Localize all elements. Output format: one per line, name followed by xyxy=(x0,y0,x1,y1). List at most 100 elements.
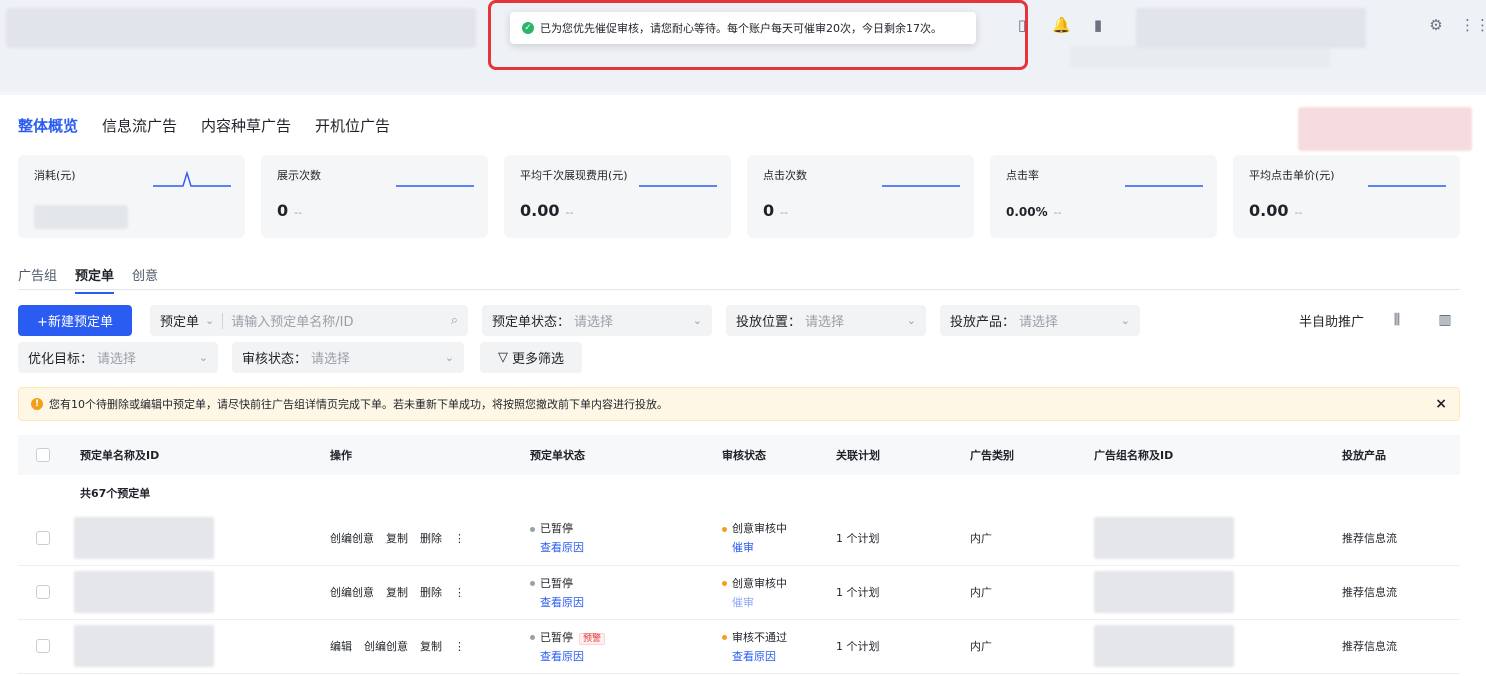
bell-icon[interactable]: 🔔 xyxy=(1052,16,1071,34)
column-header: 预定单状态 xyxy=(530,435,722,475)
semi-auto-promotion-link[interactable]: 半自助推广 xyxy=(1299,311,1364,330)
more-icon[interactable]: ⋮ xyxy=(454,532,465,545)
linked-plan[interactable]: 1 个计划 xyxy=(836,511,970,566)
view-reason-link[interactable]: 查看原因 xyxy=(722,648,836,664)
blurred-banner xyxy=(1298,107,1472,151)
phone-icon[interactable]: ▮ xyxy=(1090,16,1106,34)
create-creative-link[interactable]: 创编创意 xyxy=(330,586,374,599)
metric-card-clicks[interactable]: 点击次数 0 -- xyxy=(747,155,974,238)
column-header: 投放产品 xyxy=(1342,435,1460,475)
blurred-value xyxy=(34,205,128,229)
select-all-checkbox[interactable] xyxy=(36,448,50,462)
status-dot xyxy=(722,526,727,532)
create-creative-link[interactable]: 创编创意 xyxy=(330,532,374,545)
view-reason-link[interactable]: 查看原因 xyxy=(530,539,722,555)
metric-card-cpc[interactable]: 平均点击单价(元) 0.00 -- xyxy=(1233,155,1460,238)
copy-link[interactable]: 复制 xyxy=(386,532,408,545)
more-icon[interactable]: ⋮ xyxy=(454,640,465,653)
table-row[interactable]: 创编创意 复制 删除 ⋮ 已暂停 查看原因 创意审核中 催审 1 个计划 内广 推荐信… xyxy=(18,511,1460,566)
blurred-order-name xyxy=(74,571,214,613)
row-actions: 创编创意 复制 删除 ⋮ xyxy=(330,511,530,566)
search-placeholder: 请输入预定单名称/ID xyxy=(231,315,354,330)
more-filters-button[interactable]: ▽ 更多筛选 xyxy=(480,342,582,373)
urge-review-link[interactable]: 催审 xyxy=(722,594,836,610)
field-label: 优化目标： xyxy=(28,352,94,367)
top-tabs: 整体概览 信息流广告 内容种草广告 开机位广告 xyxy=(18,115,390,136)
metric-value: 0 -- xyxy=(277,201,303,220)
filter-icon: ▽ xyxy=(497,350,508,365)
blurred-account-area xyxy=(1136,8,1366,48)
copy-link[interactable]: 复制 xyxy=(420,640,442,653)
layout-icon[interactable]: ▥ xyxy=(1430,305,1460,335)
settings-icon[interactable]: ⚙ xyxy=(1428,16,1444,34)
metric-card-cost[interactable]: 消耗(元) xyxy=(18,155,245,238)
sparkline-chart xyxy=(1125,185,1203,187)
review-status: 创意审核中 催审 xyxy=(722,520,836,555)
tab-content-ads[interactable]: 内容种草广告 xyxy=(201,115,291,136)
new-booking-order-button[interactable]: +新建预定单 xyxy=(18,305,132,336)
tab-feed-ads[interactable]: 信息流广告 xyxy=(102,115,177,136)
chevron-down-icon: ⌄ xyxy=(198,351,208,364)
column-header: 操作 xyxy=(330,435,530,475)
optimization-goal-select[interactable]: 优化目标： 请选择 ⌄ xyxy=(18,342,218,373)
view-reason-link[interactable]: 查看原因 xyxy=(530,648,722,664)
status-text: 已暂停 xyxy=(540,522,573,536)
ad-category: 内广 xyxy=(970,619,1094,674)
metric-value: 0 -- xyxy=(763,201,789,220)
chevron-down-icon: ⌄ xyxy=(906,314,916,327)
status-dot xyxy=(530,635,535,640)
tab-overview[interactable]: 整体概览 xyxy=(18,115,78,136)
more-icon[interactable]: ⋮ xyxy=(454,586,465,599)
row-checkbox[interactable] xyxy=(36,639,50,653)
total-count: 共67个预定单 xyxy=(80,487,151,500)
table-header: 预定单名称及ID 操作 预定单状态 审核状态 关联计划 广告类别 广告组名称及I… xyxy=(18,435,1460,475)
status-dot xyxy=(722,635,727,640)
search-type-select[interactable]: 预定单 xyxy=(160,311,199,330)
close-icon[interactable]: × xyxy=(1435,396,1447,412)
view-reason-link[interactable]: 查看原因 xyxy=(530,594,722,610)
field-label: 预定单状态： xyxy=(492,315,571,330)
row-checkbox[interactable] xyxy=(36,530,50,545)
apps-grid-icon[interactable]: ⋮⋮ xyxy=(1460,16,1486,34)
delete-link[interactable]: 删除 xyxy=(420,532,442,545)
count-row: 共67个预定单 xyxy=(18,475,1460,511)
success-toast: ✓ 已为您优先催促审核，请您耐心等待。每个账户每天可催审20次，今日剩余17次。 xyxy=(510,12,976,44)
column-settings-icon[interactable]: ⫼ xyxy=(1382,305,1412,335)
linked-plan[interactable]: 1 个计划 xyxy=(836,619,970,674)
tab-splash-ads[interactable]: 开机位广告 xyxy=(315,115,390,136)
product-select[interactable]: 投放产品： 请选择 ⌄ xyxy=(940,305,1140,336)
create-creative-link[interactable]: 创编创意 xyxy=(364,640,408,653)
delete-link[interactable]: 删除 xyxy=(420,586,442,599)
field-label: 审核状态： xyxy=(242,352,308,367)
sparkline-chart xyxy=(639,185,717,187)
header-checkbox-cell xyxy=(18,435,80,475)
chevron-down-icon: ⌄ xyxy=(444,351,454,364)
ad-category: 内广 xyxy=(970,511,1094,566)
row-checkbox[interactable] xyxy=(36,585,50,599)
linked-plan[interactable]: 1 个计划 xyxy=(836,565,970,620)
chevron-down-icon: ⌄ xyxy=(692,314,702,327)
search-icon[interactable]: ⌕ xyxy=(451,313,458,328)
status-text: 已暂停 xyxy=(540,576,573,590)
status-dot xyxy=(530,581,535,586)
metric-card-cpm[interactable]: 平均千次展现费用(元) 0.00 -- xyxy=(504,155,731,238)
sparkline-chart xyxy=(882,185,960,187)
ad-product: 推荐信息流 xyxy=(1342,565,1460,620)
placement-select[interactable]: 投放位置： 请选择 ⌄ xyxy=(726,305,926,336)
metric-card-ctr[interactable]: 点击率 0.00% -- xyxy=(990,155,1217,238)
table-row[interactable]: 编辑 创编创意 复制 ⋮ 已暂停 预警 查看原因 审核不通过 查看原因 1 个计划 内广… xyxy=(18,619,1460,674)
order-status: 已暂停 预警 查看原因 xyxy=(530,629,722,664)
table-row[interactable]: 创编创意 复制 删除 ⋮ 已暂停 查看原因 创意审核中 催审 1 个计划 内广 推荐信… xyxy=(18,565,1460,620)
review-status-select[interactable]: 审核状态： 请选择 ⌄ xyxy=(232,342,464,373)
search-input[interactable]: 预定单 ⌄ 请输入预定单名称/ID ⌕ xyxy=(150,305,468,336)
urge-review-link[interactable]: 催审 xyxy=(722,539,836,555)
sparkline-chart xyxy=(153,171,231,187)
review-text: 创意审核中 xyxy=(732,576,787,590)
ad-product: 推荐信息流 xyxy=(1342,511,1460,566)
metric-card-impressions[interactable]: 展示次数 0 -- xyxy=(261,155,488,238)
copy-link[interactable]: 复制 xyxy=(386,586,408,599)
ad-product: 推荐信息流 xyxy=(1342,619,1460,674)
edit-link[interactable]: 编辑 xyxy=(330,640,352,653)
order-status-select[interactable]: 预定单状态： 请选择 ⌄ xyxy=(482,305,712,336)
warning-notice: ! 您有10个待删除或编辑中预定单，请尽快前往广告组详情页完成下单。若未重新下单… xyxy=(18,387,1460,421)
